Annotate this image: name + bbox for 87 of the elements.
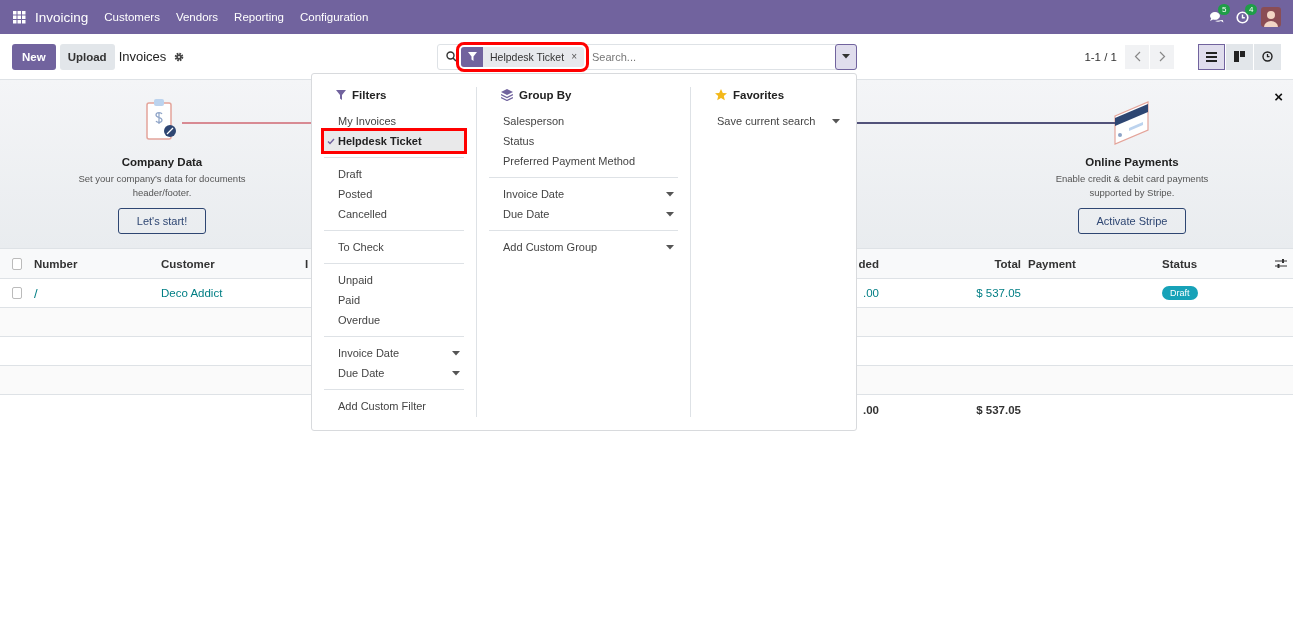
menu-item[interactable]: Customers [104, 11, 160, 23]
menu-option[interactable]: Add Custom Filter [324, 396, 464, 416]
section-title: Filters [352, 89, 387, 101]
menu-option[interactable]: Draft [324, 164, 464, 184]
count-badge: 4 [1245, 3, 1258, 15]
table-total: .00 [863, 403, 879, 416]
column-header[interactable]: ded [858, 257, 879, 270]
activity-view-button[interactable] [1254, 43, 1281, 70]
step-title: Online Payments [1085, 156, 1179, 168]
column-header[interactable]: I [305, 257, 309, 270]
chat-icon[interactable] [1209, 10, 1224, 24]
gear-icon[interactable] [174, 51, 185, 62]
page-title: Invoices [118, 49, 167, 64]
search-field[interactable]: Helpdesk Ticket × Search... [437, 43, 857, 70]
menu-option[interactable]: Paid [324, 290, 464, 310]
menu-option[interactable]: Salesperson [489, 111, 678, 131]
column-header[interactable]: Payment [1028, 257, 1076, 270]
menu-option[interactable]: Due Date [324, 363, 464, 383]
step-title: Company Data [121, 156, 203, 168]
column-settings-icon[interactable] [1275, 258, 1287, 269]
column-header[interactable]: Customer [161, 257, 215, 270]
apps-grid-icon[interactable] [13, 10, 26, 24]
caret-icon [452, 350, 460, 356]
table-total: $ 537.05 [976, 403, 1021, 416]
clock-icon[interactable] [1236, 10, 1249, 24]
step-description: Set your company's data for documents header/footer. [77, 172, 247, 200]
step-button[interactable]: Let's start! [117, 208, 207, 234]
app-name[interactable]: Invoicing [35, 9, 89, 25]
menu-option[interactable]: Preferred Payment Method [489, 151, 678, 171]
column-header[interactable]: Number [34, 257, 78, 270]
new-button[interactable]: New [12, 43, 56, 70]
menu-option[interactable]: Invoice Date [324, 343, 464, 363]
facet-label: Helpdesk Ticket [490, 50, 565, 63]
column-header[interactable]: Total [994, 257, 1021, 270]
step-description: Enable credit & debit card payments supported by Stripe. [1054, 172, 1210, 200]
status-badge: Draft [1162, 286, 1198, 300]
menu-option[interactable]: Posted [324, 184, 464, 204]
chevron-left-icon [1133, 51, 1141, 62]
menu-option[interactable]: Add Custom Group [489, 237, 678, 257]
menu-option[interactable]: Due Date [489, 204, 678, 224]
total-amount: $ 537.05 [976, 287, 1021, 299]
filter-icon [467, 52, 477, 61]
search-options-toggle[interactable] [835, 43, 857, 70]
menu-option[interactable]: Status [489, 131, 678, 151]
layers-icon [501, 89, 513, 101]
pager-text: 1-1 / 1 [1084, 50, 1117, 63]
row-checkbox[interactable] [12, 287, 22, 299]
upload-button[interactable]: Upload [59, 43, 115, 70]
caret-icon [452, 370, 460, 376]
section-title: Favorites [733, 89, 785, 101]
kanban-view-button[interactable] [1226, 43, 1253, 70]
invoice-number[interactable]: / [34, 285, 38, 301]
menu-option[interactable]: To Check [324, 237, 464, 257]
menu-option[interactable]: My Invoices [324, 111, 464, 131]
search-icon[interactable] [446, 51, 457, 62]
close-button[interactable]: × [1274, 88, 1283, 105]
filter-icon [336, 90, 346, 100]
check-icon [327, 137, 335, 145]
user-avatar[interactable] [1261, 7, 1281, 27]
caret-icon [842, 54, 850, 59]
section-title: Group By [519, 89, 572, 101]
menu-option[interactable]: Helpdesk Ticket [324, 131, 464, 151]
chevron-right-icon [1158, 51, 1166, 62]
caret-icon [666, 191, 674, 197]
menu-item[interactable]: Configuration [300, 11, 369, 23]
list-view-button[interactable] [1198, 43, 1225, 70]
table-cell: .00 [863, 287, 879, 299]
menu-option[interactable]: Invoice Date [489, 184, 678, 204]
caret-icon [666, 211, 674, 217]
credit-card-icon [1113, 98, 1151, 146]
menu-item[interactable]: Reporting [234, 11, 284, 23]
star-icon [715, 89, 727, 101]
column-header[interactable]: Status [1162, 257, 1198, 270]
remove-facet-button[interactable]: × [571, 51, 577, 62]
menu-option[interactable]: Unpaid [324, 270, 464, 290]
clock-icon [1262, 51, 1273, 62]
caret-icon [832, 118, 840, 124]
count-badge: 5 [1218, 3, 1231, 15]
list-icon [1206, 51, 1217, 62]
menu-option[interactable]: Cancelled [324, 204, 464, 224]
menu-option[interactable]: Save current search [703, 111, 844, 131]
step-button[interactable]: Activate Stripe [1077, 208, 1187, 234]
customer-link[interactable]: Deco Addict [161, 287, 223, 299]
select-all-checkbox[interactable] [12, 257, 22, 270]
kanban-icon [1234, 51, 1245, 62]
menu-option[interactable]: Overdue [324, 310, 464, 330]
menu-item[interactable]: Vendors [175, 11, 219, 23]
